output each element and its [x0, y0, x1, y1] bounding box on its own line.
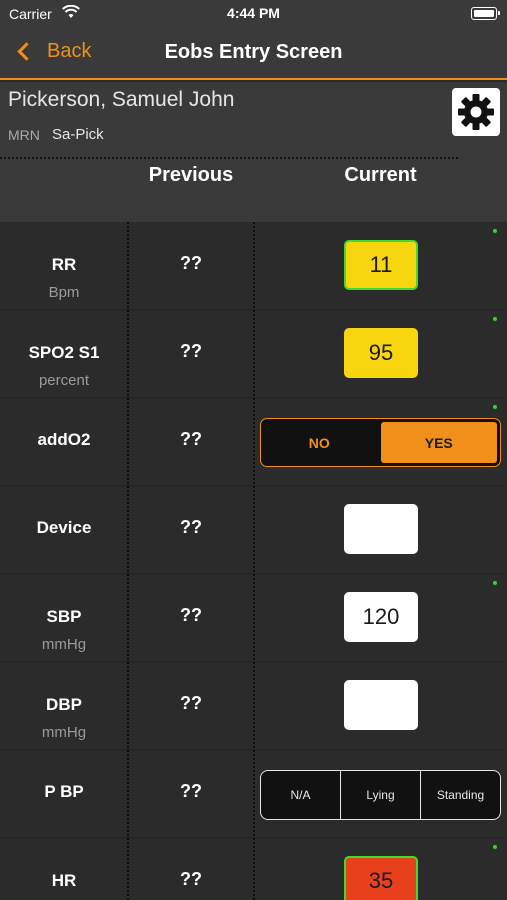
row-label: RR — [51, 255, 77, 274]
previous-value: ?? — [180, 253, 202, 273]
row-label: DBP — [46, 695, 82, 714]
dbp-input[interactable] — [344, 680, 418, 730]
divider — [0, 157, 458, 159]
row-unit: Bpm — [48, 284, 80, 301]
row-label: SPO2 S1 — [28, 343, 100, 362]
status-dot — [493, 845, 497, 849]
option-yes[interactable]: YES — [378, 420, 499, 465]
rr-input[interactable]: 11 — [344, 240, 418, 290]
clock: 4:44 PM — [227, 5, 280, 21]
patient-name: Pickerson, Samuel John — [8, 88, 235, 111]
previous-value: ?? — [180, 341, 202, 361]
previous-value: ?? — [180, 781, 202, 801]
previous-value: ?? — [180, 693, 202, 713]
posture-selector[interactable]: N/A Lying Standing — [260, 770, 501, 820]
column-header-previous: Previous — [148, 164, 234, 186]
previous-value: ?? — [180, 517, 202, 537]
sbp-input[interactable]: 120 — [344, 592, 418, 642]
previous-value: ?? — [180, 605, 202, 625]
screen-title: Eobs Entry Screen — [164, 41, 343, 63]
previous-value: ?? — [180, 429, 202, 449]
column-divider — [253, 222, 255, 900]
row-unit: mmHg — [41, 724, 87, 741]
previous-value: ?? — [180, 869, 202, 889]
status-dot — [493, 581, 497, 585]
hr-input[interactable]: 35 — [344, 856, 418, 900]
row-label: HR — [51, 871, 77, 890]
row-label: addO2 — [37, 430, 91, 449]
device-input[interactable] — [344, 504, 418, 554]
spo2-input[interactable]: 95 — [344, 328, 418, 378]
settings-button[interactable] — [452, 88, 500, 136]
option-standing[interactable]: Standing — [421, 771, 500, 819]
status-bar: Carrier 4:44 PM — [0, 0, 507, 28]
mrn-value: Sa-Pick — [52, 126, 104, 143]
addo2-toggle[interactable]: NO YES — [260, 418, 501, 467]
battery-icon — [471, 7, 500, 20]
status-dot — [493, 317, 497, 321]
status-dot — [493, 229, 497, 233]
column-divider — [127, 222, 129, 900]
row-unit: mmHg — [41, 636, 87, 653]
option-no[interactable]: NO — [261, 419, 378, 466]
option-na[interactable]: N/A — [261, 771, 341, 819]
column-header-current: Current — [344, 164, 417, 186]
row-unit: percent — [38, 372, 90, 389]
mrn-label: MRN — [8, 127, 40, 143]
option-lying[interactable]: Lying — [341, 771, 421, 819]
patient-header: Pickerson, Samuel John MRN Sa-Pick Previ… — [0, 82, 507, 222]
gear-icon — [458, 94, 494, 130]
status-dot — [493, 405, 497, 409]
row-label: Device — [36, 518, 92, 537]
navigation-bar: Back Eobs Entry Screen — [0, 28, 507, 80]
row-label: SBP — [46, 607, 82, 626]
row-label: P BP — [44, 782, 84, 801]
